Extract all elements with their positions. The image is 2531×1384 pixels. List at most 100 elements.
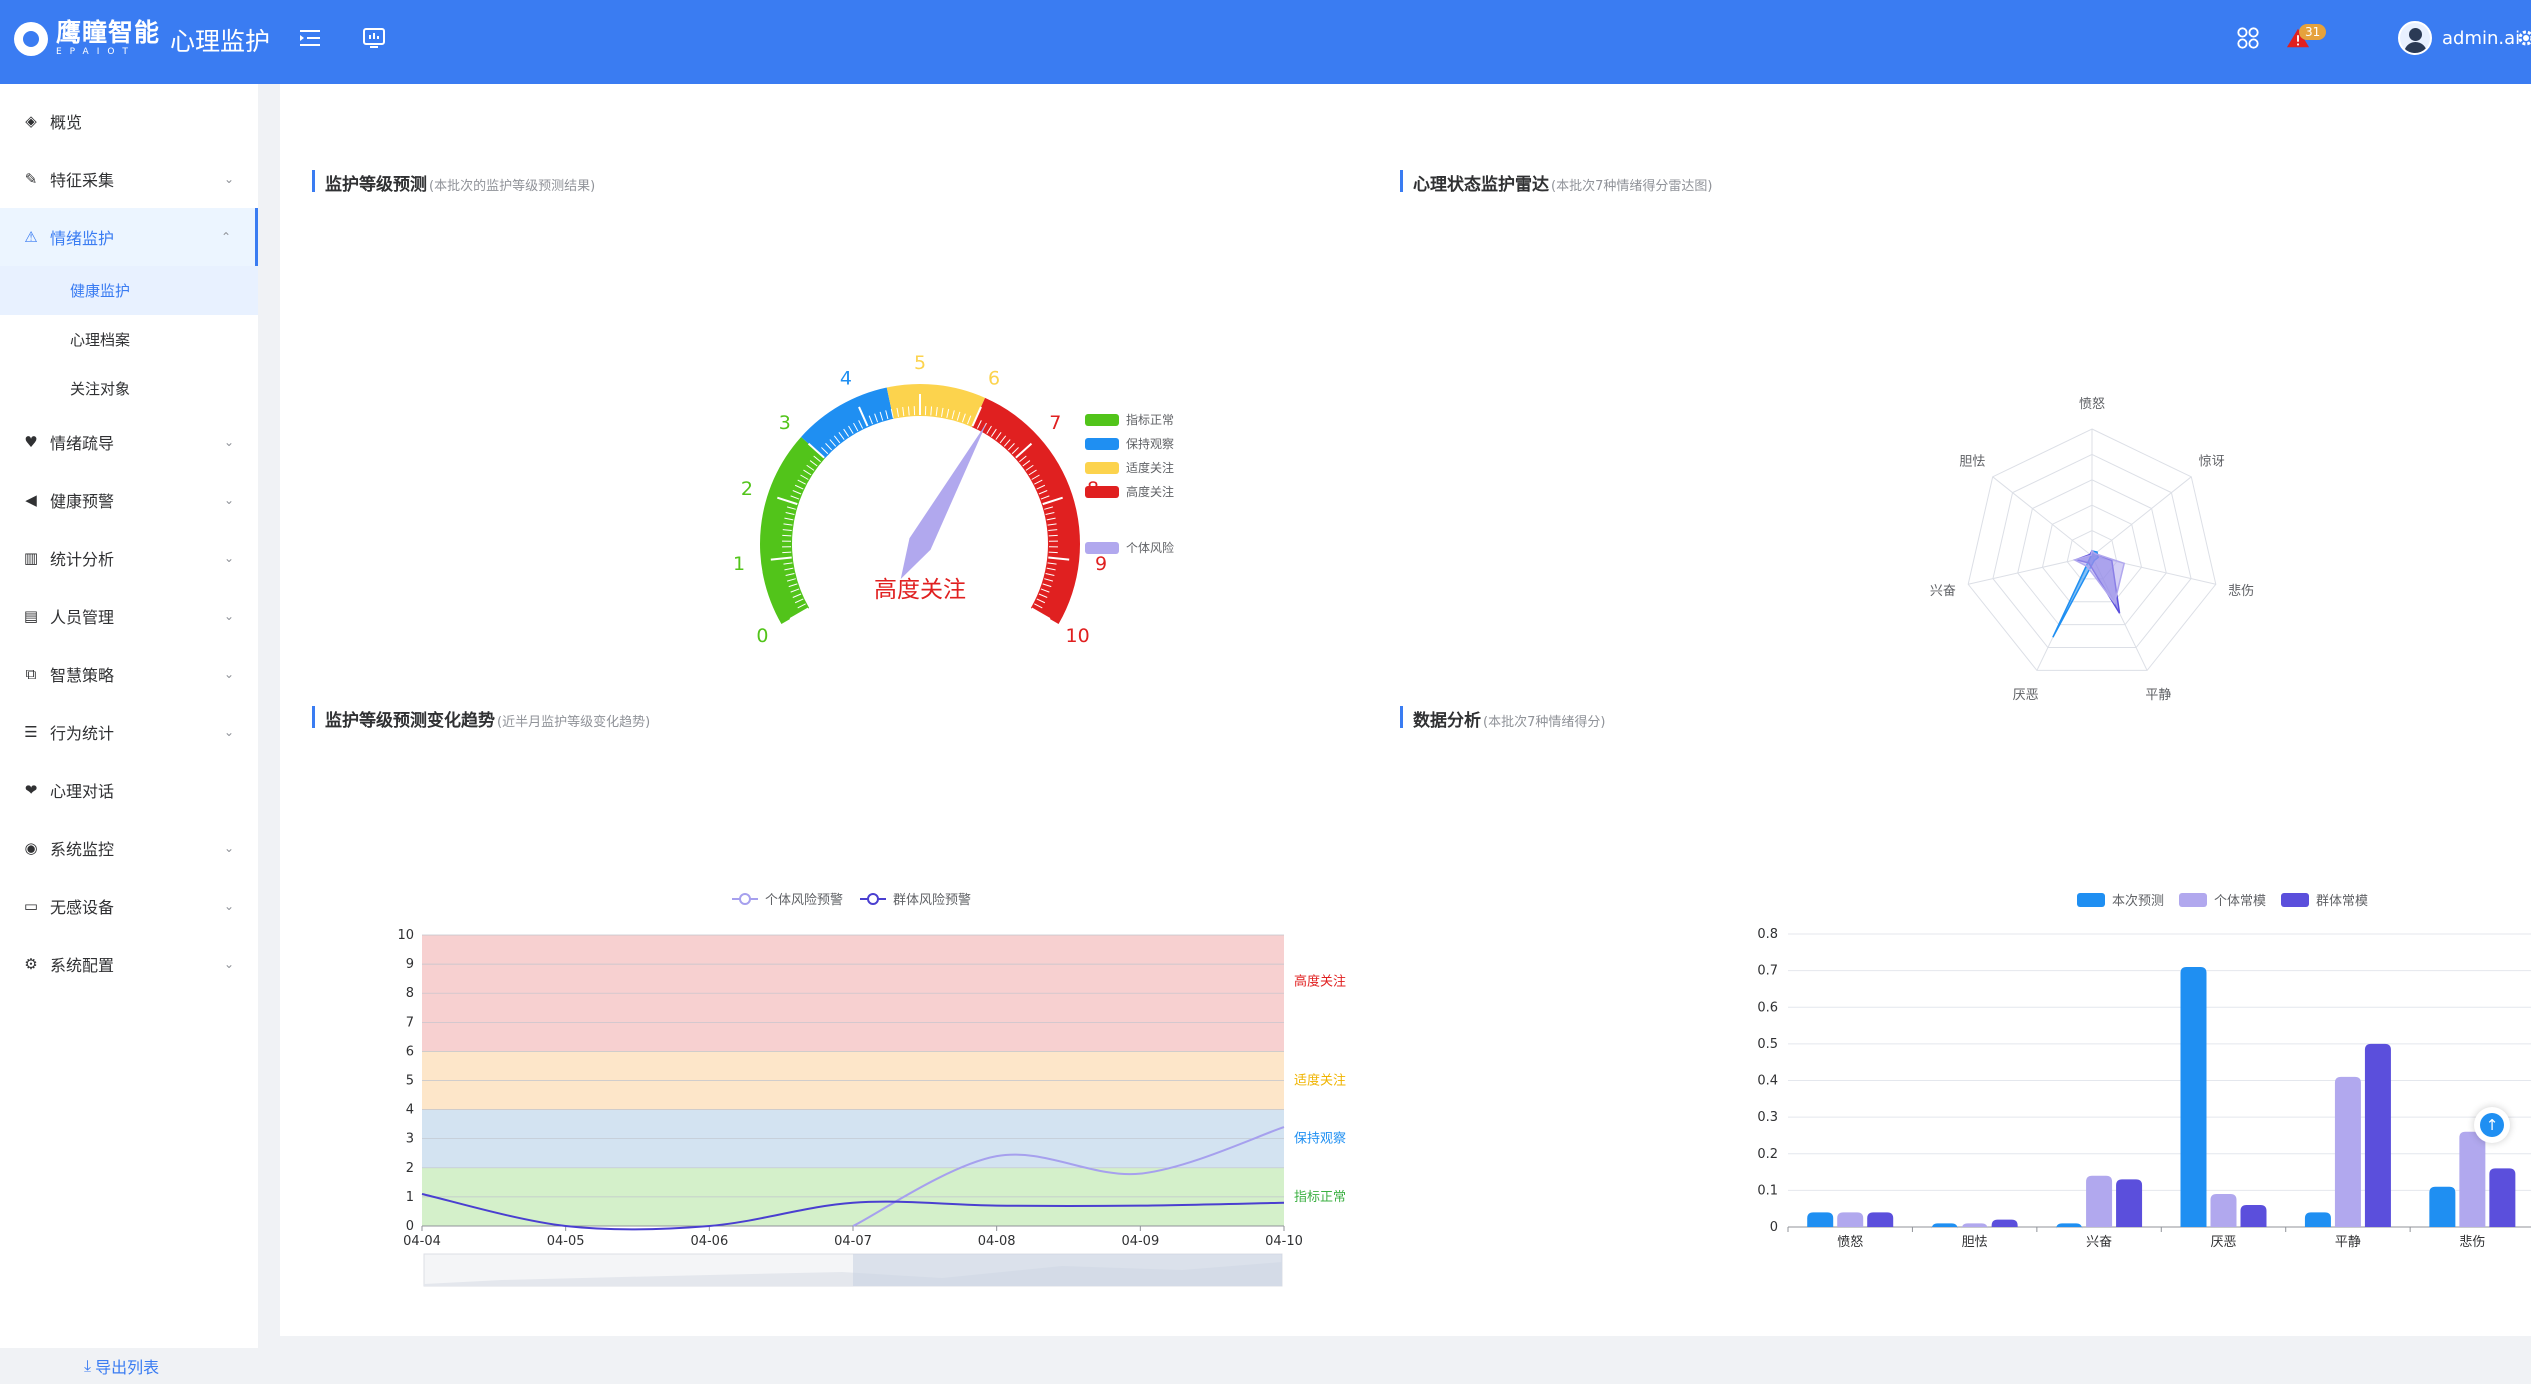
sidebar-item-label: 系统监控	[50, 840, 115, 859]
sidebar-item-system-monitor[interactable]: ◉ 系统监控 ⌄	[0, 819, 258, 877]
legend-swatch	[2077, 893, 2105, 907]
user-name: admin.ai	[2442, 27, 2521, 49]
y-tick-label: 10	[397, 928, 414, 943]
export-label: 导出列表	[95, 1358, 160, 1377]
gauge-tick-label: 9	[1095, 553, 1107, 575]
trend-line-chart: 指标正常 保持观察 适度关注 高度关注 0 1 2 3 4 5 6 7 8 9 10 04-04 04-05 04…	[397, 892, 1346, 1287]
sidebar-item-statistics[interactable]: ▥ 统计分析 ⌄	[0, 529, 258, 587]
bar-mark	[2210, 1194, 2237, 1227]
sidebar-item-emotion-guide[interactable]: ♥ 情绪疏导 ⌄	[0, 413, 258, 471]
bar-mark	[1867, 1212, 1894, 1227]
sidebar-item-health-alert[interactable]: ◀ 健康预警 ⌄	[0, 471, 258, 529]
gauge-tick-label: 1	[733, 553, 745, 575]
main-content: 监护等级预测 (本批次的监护等级预测结果) 心理状态监护雷达 (本批次7种情绪得分雷…	[280, 84, 2531, 1336]
y-tick-label: 1	[406, 1190, 414, 1205]
chevron-up-icon: ⌃	[220, 230, 231, 244]
sidebar-item-label: 人员管理	[50, 608, 115, 627]
sidebar-item-personnel[interactable]: ▤ 人员管理 ⌄	[0, 587, 258, 645]
panel-title: 监护等级预测变化趋势	[325, 711, 495, 731]
gear-icon: ⚙	[24, 955, 38, 973]
bar-mark	[2489, 1168, 2516, 1227]
chevron-down-icon: ⌄	[223, 172, 234, 186]
legend-label: 保持观察	[1126, 436, 1174, 451]
legend-swatch	[2179, 893, 2207, 907]
logo-name: 鹰瞳智能	[56, 18, 161, 47]
sidebar-item-feature-collect[interactable]: ✎ 特征采集 ⌄	[0, 150, 258, 208]
subitem-health-monitor[interactable]: 健康监护	[0, 266, 258, 315]
server-icon: ▭	[23, 897, 39, 915]
radar-indicator-label: 胆怯	[1959, 455, 1985, 470]
chevron-down-icon: ⌄	[223, 841, 234, 855]
settings-gear-icon[interactable]	[2514, 26, 2531, 50]
bar-mark	[2334, 1076, 2361, 1227]
sidebar-item-system-config[interactable]: ⚙ 系统配置 ⌄	[0, 935, 258, 993]
sidebar-item-label: 行为统计	[50, 724, 115, 743]
sidebar-item-dialog[interactable]: ❤ 心理对话	[0, 761, 258, 819]
bar-mark	[2056, 1223, 2083, 1230]
y-tick-label: 0.7	[1757, 964, 1778, 979]
sidebar-item-strategy[interactable]: ⧉ 智慧策略 ⌄	[0, 645, 258, 703]
sidebar-item-behavior[interactable]: ☰ 行为统计 ⌄	[0, 703, 258, 761]
chevron-down-icon: ⌄	[223, 957, 234, 971]
x-tick-label: 04-09	[1121, 1234, 1159, 1249]
radar-indicator-label: 厌恶	[2013, 688, 2039, 703]
avatar	[2398, 21, 2432, 55]
radar-indicator-label: 惊讶	[2199, 455, 2225, 470]
legend-label: 个体常模	[2214, 894, 2266, 909]
y-tick-label: 0.5	[1757, 1037, 1778, 1052]
panel-subtitle: (近半月监护等级变化趋势)	[497, 715, 651, 730]
y-tick-label: 0	[406, 1219, 414, 1234]
trend-panel-title: 监护等级预测变化趋势 (近半月监护等级变化趋势)	[312, 706, 651, 731]
sidebar-item-label: 特征采集	[50, 171, 115, 190]
sidebar-item-label: 系统配置	[50, 956, 115, 975]
sidebar-item-label: 心理对话	[50, 782, 115, 801]
bar-mark	[2304, 1212, 2331, 1227]
legend-marker	[867, 893, 879, 905]
panel-title: 数据分析	[1413, 711, 1481, 731]
legend-swatch	[1085, 486, 1119, 498]
subitem-focus-targets[interactable]: 关注对象	[0, 364, 258, 413]
x-tick-label: 04-06	[690, 1234, 728, 1249]
user-menu[interactable]: admin.ai	[2398, 21, 2520, 55]
gauge-tick-label: 10	[1066, 625, 1090, 644]
sidebar-item-label: 情绪监护	[50, 229, 115, 248]
sidebar-item-devices[interactable]: ▭ 无感设备 ⌄	[0, 877, 258, 935]
chat-heart-icon: ❤	[24, 781, 38, 799]
back-to-top-button[interactable]: ↑	[2474, 1107, 2510, 1143]
apps-grid-icon[interactable]	[2236, 26, 2260, 50]
y-tick-label: 3	[406, 1132, 414, 1147]
legend-label: 本次预测	[2112, 893, 2164, 909]
chevron-down-icon: ⌄	[223, 609, 234, 623]
zoom-slider-window	[853, 1254, 1282, 1286]
y-tick-label: 4	[406, 1103, 414, 1118]
legend-label: 适度关注	[1126, 460, 1174, 475]
y-tick-label: 0.2	[1757, 1147, 1778, 1162]
legend-label: 个体风险预警	[765, 892, 843, 908]
subitem-psych-archive[interactable]: 心理档案	[0, 315, 258, 364]
sidebar-item-emotion-monitor[interactable]: ⚠ 情绪监护 ⌃	[0, 208, 258, 266]
gauge-tick	[1048, 534, 1058, 537]
chart-icon: ▥	[23, 549, 39, 567]
heart-icon: ♥	[24, 433, 38, 451]
chevron-down-icon: ⌄	[223, 667, 234, 681]
brand-logo[interactable]: 鹰瞳智能 EPAIOT	[14, 20, 160, 57]
sidebar-item-overview[interactable]: ◈ 概览	[0, 92, 258, 150]
gauge-status-label: 高度关注	[874, 577, 966, 603]
arrow-up-icon: ↑	[2480, 1113, 2504, 1137]
panel-subtitle: (本批次的监护等级预测结果)	[429, 179, 596, 194]
speaker-icon: ◀	[25, 491, 37, 509]
gauge-tick	[782, 534, 792, 537]
layers-icon: ◈	[25, 112, 37, 130]
legend-swatch	[1085, 438, 1119, 450]
menu-collapse-icon[interactable]	[298, 26, 322, 50]
legend-label: 群体风险预警	[893, 892, 971, 908]
trend-band-label: 高度关注	[1294, 974, 1346, 990]
legend-swatch	[1085, 542, 1119, 554]
dashboard-screen-icon[interactable]	[362, 26, 386, 50]
export-list-link[interactable]: ⤓ 导出列表	[0, 1348, 258, 1384]
y-tick-label: 9	[406, 957, 414, 972]
legend-label: 高度关注	[1126, 484, 1174, 499]
legend-label: 指标正常	[1126, 412, 1174, 427]
x-tick-label: 愤怒	[1837, 1235, 1863, 1250]
gauge-tick-label: 3	[779, 412, 791, 434]
